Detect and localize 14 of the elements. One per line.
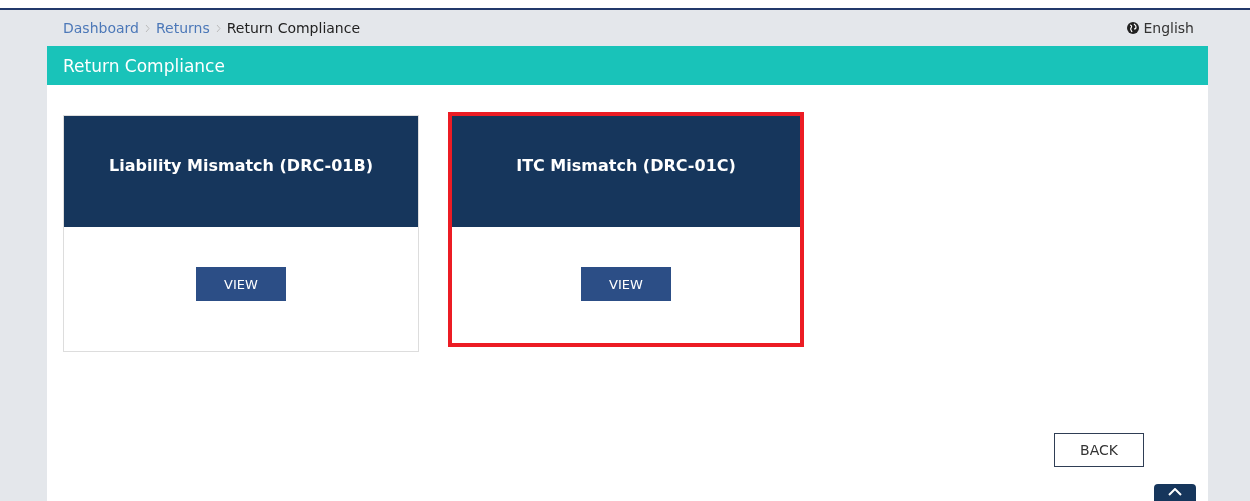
- chevron-icon: [144, 23, 150, 33]
- language-link[interactable]: English: [1127, 20, 1194, 36]
- page-location-text: Return Compliance: [226, 20, 361, 36]
- chevron-up-icon: [1168, 488, 1182, 496]
- view-button[interactable]: VIEW: [581, 267, 671, 301]
- view-button[interactable]: VIEW: [196, 267, 286, 301]
- back-button[interactable]: BACK: [1054, 433, 1144, 467]
- card-title: ITC Mismatch (DRC-01C): [516, 156, 736, 176]
- breadcrumb-link[interactable]: Dashboard: [63, 20, 139, 36]
- chevron-icon: [215, 23, 221, 33]
- panel-title: Return Compliance: [47, 46, 1208, 85]
- breadcrumb-link[interactable]: Returns: [155, 20, 210, 36]
- card-title: Liability Mismatch (DRC-01B): [109, 156, 373, 176]
- globe-icon: [1127, 22, 1140, 34]
